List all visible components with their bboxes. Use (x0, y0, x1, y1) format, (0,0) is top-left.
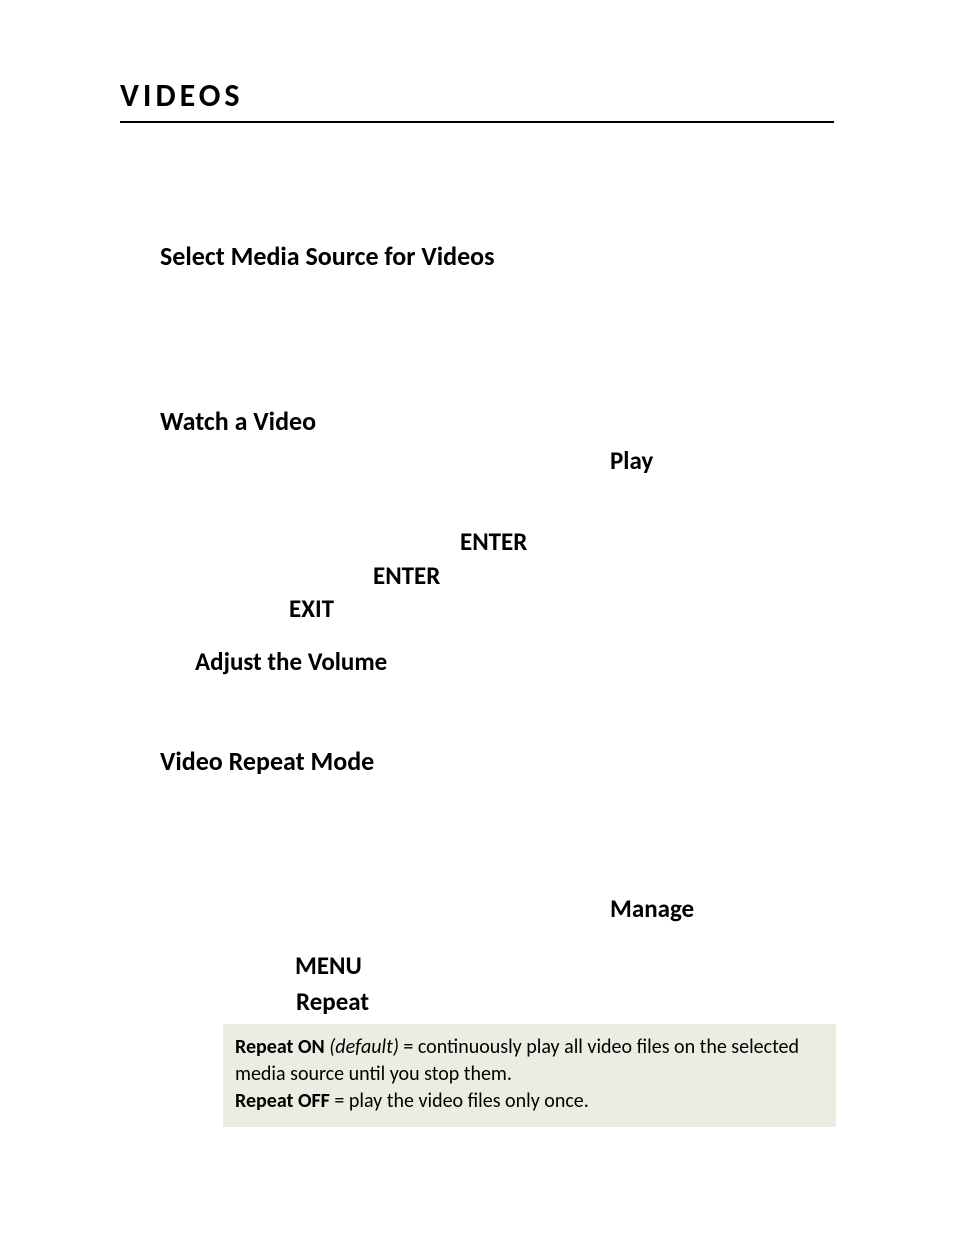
heading-select-media-source: Select Media Source for Videos (160, 240, 495, 272)
page-title: VIDEOS (120, 76, 834, 115)
repeat-off-description: = play the video files only once. (330, 1089, 589, 1113)
heading-adjust-volume: Adjust the Volume (195, 646, 387, 677)
repeat-mode-info-box: Repeat ON (default) = continuously play … (223, 1024, 836, 1127)
page-header: VIDEOS (120, 76, 834, 123)
keyword-enter-2: ENTER (373, 560, 440, 591)
repeat-off-line: Repeat OFF = play the video files only o… (235, 1088, 824, 1115)
repeat-on-label: Repeat ON (235, 1035, 325, 1059)
keyword-exit: EXIT (289, 593, 334, 624)
keyword-enter-1: ENTER (460, 526, 527, 557)
keyword-manage: Manage (610, 893, 694, 924)
heading-video-repeat-mode: Video Repeat Mode (160, 745, 374, 777)
repeat-on-line: Repeat ON (default) = continuously play … (235, 1034, 824, 1088)
keyword-repeat: Repeat (296, 986, 369, 1017)
keyword-menu: MENU (295, 950, 362, 981)
keyword-play: Play (610, 445, 653, 476)
heading-watch-video: Watch a Video (160, 405, 316, 437)
repeat-default-label: (default) (329, 1035, 399, 1059)
repeat-off-label: Repeat OFF (235, 1089, 330, 1113)
